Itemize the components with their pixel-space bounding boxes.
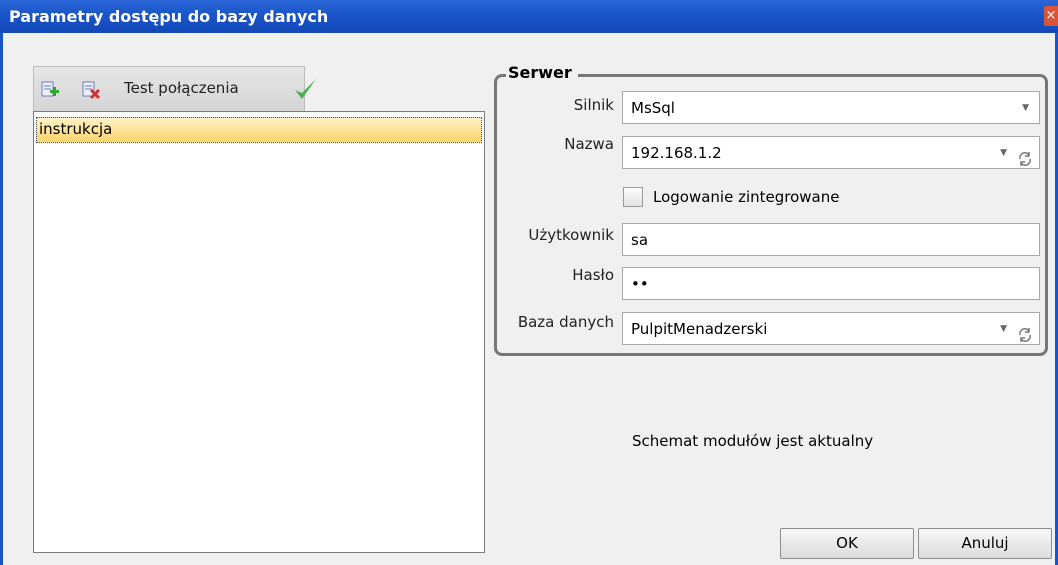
integrated-login-label: Logowanie zintegrowane [653,188,840,206]
engine-value: MsSql [631,99,675,117]
chevron-down-icon[interactable]: ▼ [1000,313,1007,346]
database-select[interactable]: PulpitMenadzerski ▼ [622,312,1040,345]
engine-select[interactable]: MsSql ▼ [622,91,1040,124]
add-db-icon[interactable] [40,79,60,101]
refresh-icon[interactable] [1017,322,1033,355]
close-button[interactable]: × [1044,6,1058,26]
check-icon [292,75,318,107]
user-label: Użytkownik [528,226,614,244]
connection-list[interactable]: instrukcja [33,111,485,553]
name-label: Nazwa [564,135,614,153]
delete-db-icon[interactable] [81,79,101,101]
window-frame-left [0,33,3,565]
test-connection-button[interactable]: Test połączenia [124,79,239,97]
database-value: PulpitMenadzerski [631,320,768,338]
server-name-select[interactable]: 192.168.1.2 ▼ [622,136,1040,169]
chevron-down-icon[interactable]: ▼ [1000,137,1007,170]
integrated-login-checkbox[interactable] [623,187,643,207]
list-item[interactable]: instrukcja [36,117,482,143]
password-field[interactable]: •• [622,267,1040,300]
user-field[interactable]: sa [622,223,1040,256]
user-value: sa [631,231,649,249]
ok-button[interactable]: OK [780,528,914,559]
window-title-bar: Parametry dostępu do bazy danych [0,0,1058,33]
password-value: •• [631,275,649,293]
server-group-title: Serwer [506,63,578,82]
cancel-button[interactable]: Anuluj [918,528,1052,559]
close-icon: × [1045,8,1057,23]
engine-label: Silnik [573,96,614,114]
database-label: Baza danych [517,313,614,331]
server-name-value: 192.168.1.2 [631,144,722,162]
chevron-down-icon[interactable]: ▼ [1022,92,1029,125]
refresh-icon[interactable] [1017,146,1033,179]
window-title: Parametry dostępu do bazy danych [9,7,329,26]
password-label: Hasło [572,266,614,284]
connection-toolbar: Test połączenia [33,66,316,112]
schema-status-text: Schemat modułów jest aktualny [632,432,874,450]
